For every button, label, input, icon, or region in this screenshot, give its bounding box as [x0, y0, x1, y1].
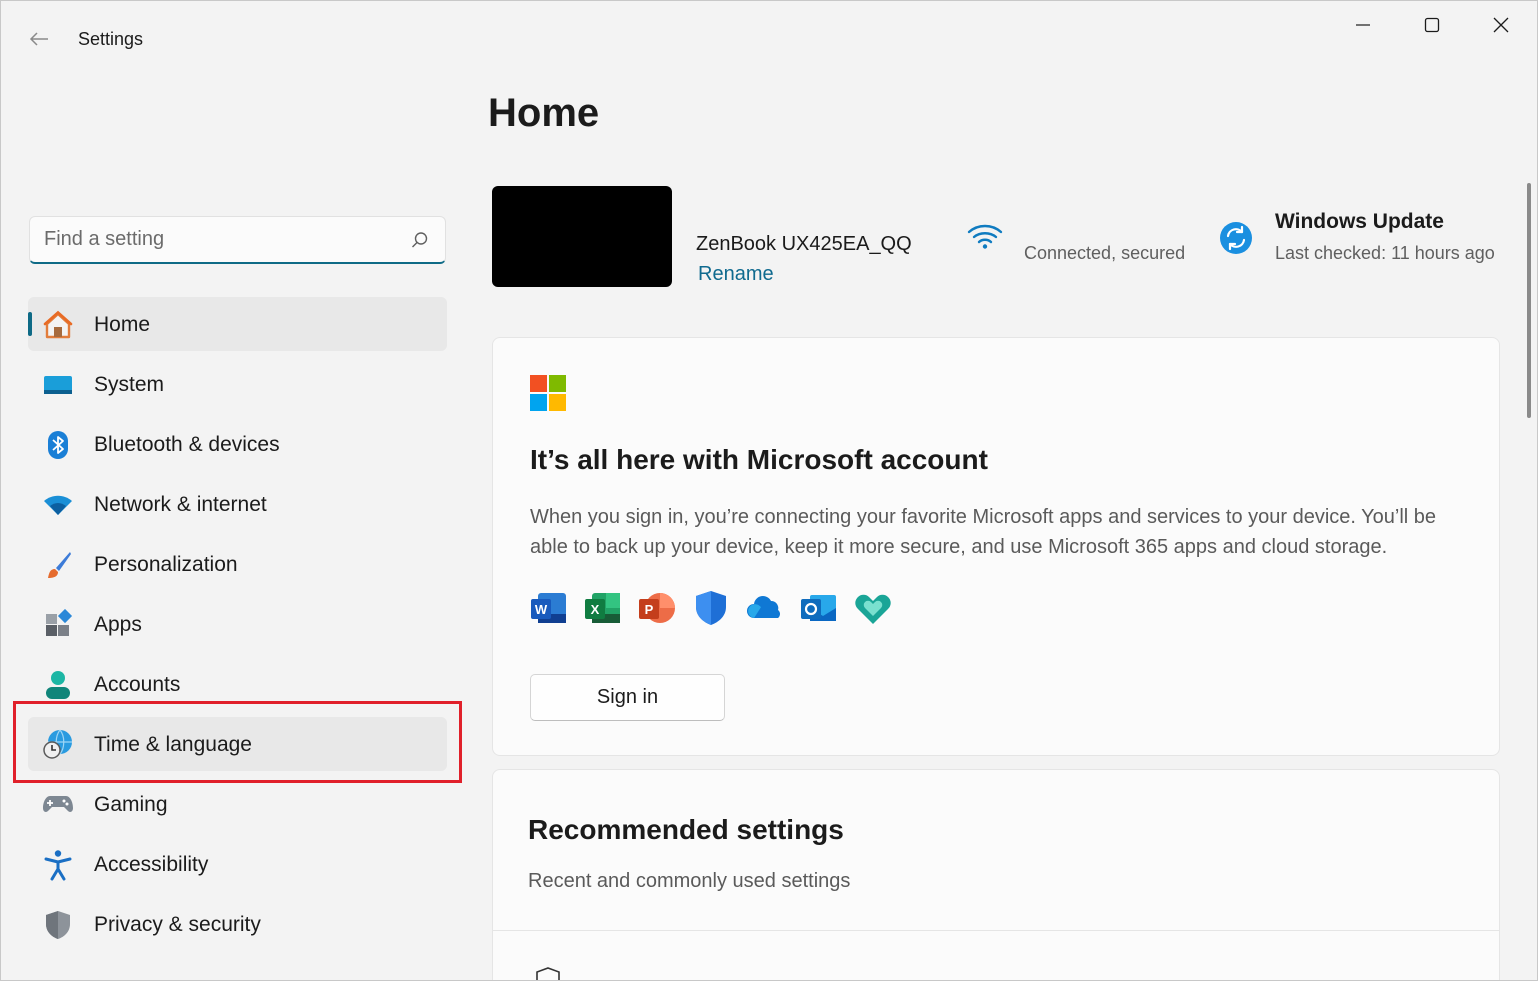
app-title: Settings: [78, 29, 144, 49]
sidebar-item-label: Privacy & security: [94, 913, 261, 936]
word-icon: W: [531, 593, 566, 623]
home-icon: [43, 310, 73, 339]
back-arrow-icon: [29, 32, 48, 46]
accessibility-icon: [44, 850, 72, 881]
rename-link[interactable]: Rename: [698, 263, 774, 286]
sidebar-item-label: Network & internet: [94, 493, 267, 516]
search-icon: [412, 232, 428, 248]
network-icon: [44, 495, 72, 515]
card-heading: It’s all here with Microsoft account: [530, 444, 988, 475]
sidebar-item-label: Home: [94, 313, 151, 336]
sidebar-item-label: Apps: [94, 613, 142, 636]
sidebar-item-gaming[interactable]: Gaming: [28, 777, 447, 831]
device-name: ZenBook UX425EA_QQ: [696, 233, 912, 255]
recommended-heading: Recommended settings: [528, 814, 844, 845]
search-input[interactable]: [44, 228, 384, 251]
microsoft-apps-row: W X P: [530, 590, 908, 626]
sidebar-item-label: System: [94, 373, 165, 396]
apps-icon: [46, 609, 73, 636]
sidebar-item-label: Gaming: [94, 793, 168, 816]
gamepad-icon: [43, 796, 73, 812]
sidebar-item-personalization[interactable]: Personalization: [28, 537, 447, 591]
sidebar-item-privacy[interactable]: Privacy & security: [28, 897, 447, 951]
page-title: Home: [488, 91, 600, 135]
sidebar-item-network[interactable]: Network & internet: [28, 477, 447, 531]
sign-in-button[interactable]: Sign in: [530, 674, 725, 721]
close-icon: [1493, 17, 1509, 33]
sidebar-item-label: Bluetooth & devices: [94, 433, 280, 456]
settings-window: Settings Home System: [0, 0, 1538, 981]
active-indicator: [28, 312, 32, 336]
sidebar-item-label: Accounts: [94, 673, 181, 696]
sidebar-item-accessibility[interactable]: Accessibility: [28, 837, 447, 891]
shield-icon: [46, 911, 70, 939]
microsoft-logo-icon: [530, 375, 566, 411]
recommended-subtitle: Recent and commonly used settings: [528, 870, 851, 892]
maximize-icon: [1424, 17, 1440, 33]
svg-text:W: W: [535, 602, 548, 617]
svg-text:P: P: [645, 602, 654, 617]
svg-text:X: X: [591, 602, 600, 617]
minimize-button[interactable]: [1329, 1, 1397, 49]
card-description: When you sign in, you’re connecting your…: [530, 506, 1437, 558]
highlight-annotation: [13, 701, 462, 783]
maximize-button[interactable]: [1398, 1, 1466, 49]
sidebar-nav: Home System Bluetooth & devices Network …: [28, 297, 447, 957]
sidebar-item-home[interactable]: Home: [28, 297, 447, 351]
family-safety-icon: [855, 594, 891, 624]
sidebar-item-label: Accessibility: [94, 853, 209, 876]
wifi-icon[interactable]: [965, 221, 1005, 253]
windows-update-status: Last checked: 11 hours ago: [1275, 243, 1495, 263]
microsoft-account-card: It’s all here with Microsoft account Whe…: [492, 337, 1500, 756]
divider: [493, 930, 1499, 931]
brush-icon: [48, 552, 71, 578]
excel-icon: X: [585, 593, 620, 623]
windows-update-title[interactable]: Windows Update: [1275, 210, 1444, 234]
bluetooth-icon: [48, 431, 68, 459]
sidebar-item-system[interactable]: System: [28, 357, 447, 411]
powerpoint-icon: P: [639, 593, 675, 623]
defender-icon: [696, 591, 726, 625]
minimize-icon: [1356, 24, 1370, 26]
close-button[interactable]: [1467, 1, 1535, 49]
back-button[interactable]: [23, 25, 55, 53]
vpn-shield-icon: [536, 967, 560, 980]
windows-update-icon[interactable]: [1217, 219, 1255, 257]
device-wallpaper: [492, 186, 672, 287]
system-icon: [44, 376, 72, 394]
sidebar-item-apps[interactable]: Apps: [28, 597, 447, 651]
search-box[interactable]: [29, 216, 446, 264]
sidebar-item-bluetooth[interactable]: Bluetooth & devices: [28, 417, 447, 471]
accounts-icon: [46, 671, 70, 699]
recommended-settings-card: Recommended settings Recent and commonly…: [492, 769, 1500, 980]
network-status: Connected, secured: [1024, 243, 1186, 263]
scrollbar-thumb[interactable]: [1527, 183, 1531, 418]
onedrive-icon: [747, 596, 780, 619]
outlook-icon: [801, 595, 836, 621]
sidebar-item-label: Personalization: [94, 553, 238, 576]
